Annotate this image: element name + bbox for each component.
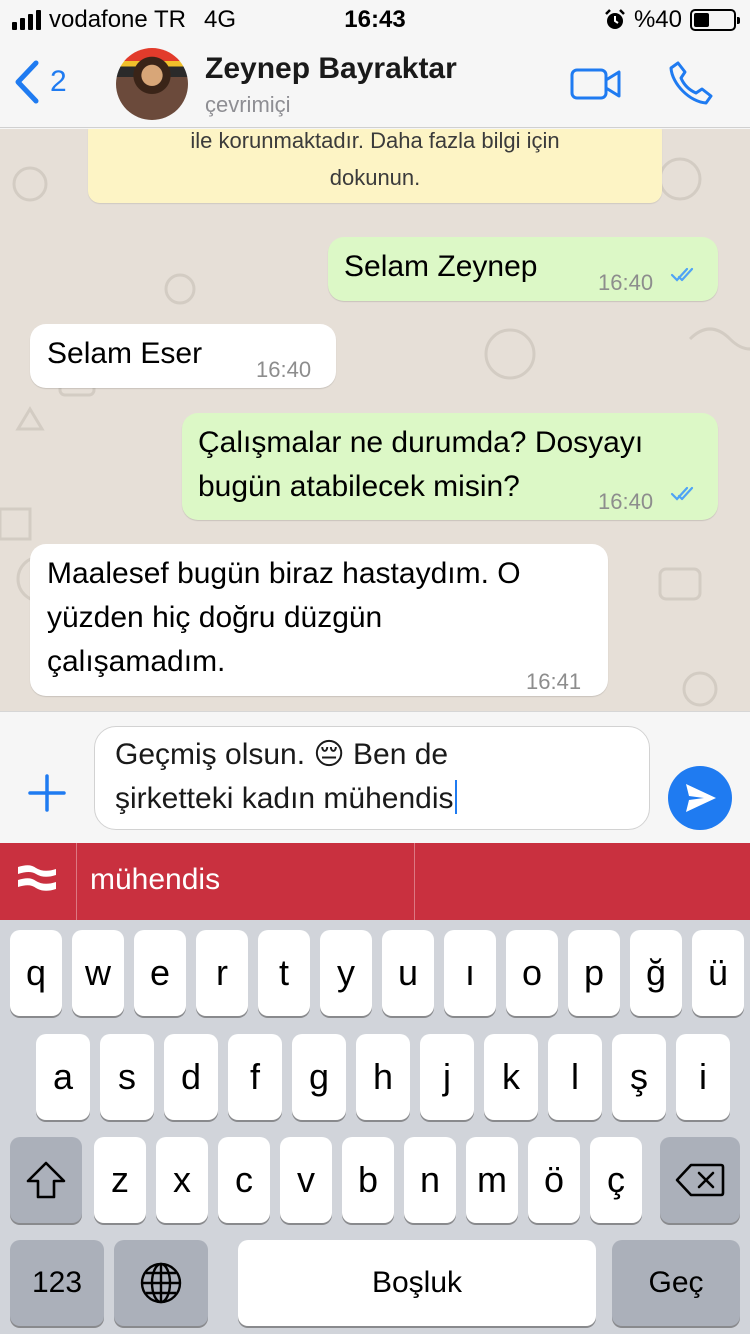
key-row2-0[interactable]: a <box>36 1034 90 1120</box>
message-time: 16:40 <box>256 357 312 382</box>
notice-line-1: ile korunmaktadır. Daha fazla bilgi için <box>190 129 560 153</box>
key-row1-3[interactable]: r <box>196 930 248 1016</box>
key-row1-5[interactable]: y <box>320 930 372 1016</box>
key-row2-2[interactable]: d <box>164 1034 218 1120</box>
suggestion-divider <box>414 843 415 920</box>
avatar[interactable] <box>116 48 188 120</box>
chat-area[interactable]: ile korunmaktadır. Daha fazla bilgi için… <box>0 129 750 711</box>
backspace-key[interactable] <box>660 1137 740 1223</box>
key-row3-6[interactable]: m <box>466 1137 518 1223</box>
chat-header: 2 Zeynep Bayraktar çevrimiçi <box>0 40 750 128</box>
battery-icon <box>690 9 740 31</box>
message-text-line-3: çalışamadım. <box>47 645 226 678</box>
key-row3-4[interactable]: b <box>342 1137 394 1223</box>
notice-line-2: dokunun. <box>329 165 421 190</box>
read-ticks-icon <box>670 267 694 282</box>
unread-count: 2 <box>50 65 67 98</box>
shift-icon <box>26 1161 66 1199</box>
message-text-line-2: bugün atabilecek misin? <box>198 470 520 503</box>
alarm-icon <box>605 9 625 29</box>
phone-icon[interactable] <box>668 60 714 106</box>
message-input[interactable]: Geçmiş olsun. 😔 Ben de şirketteki kadın … <box>94 726 650 830</box>
read-ticks-icon <box>670 486 694 501</box>
keyboard: qwertyuıopğü asdfghjklşi zxcvbnmöç 123 B… <box>0 920 750 1334</box>
message-text-line-1: Çalışmalar ne durumda? Dosyayı <box>198 426 644 459</box>
key-row1-8[interactable]: o <box>506 930 558 1016</box>
globe-key[interactable] <box>114 1240 208 1326</box>
plus-icon[interactable] <box>28 774 66 812</box>
message-text: Selam Eser <box>47 337 203 370</box>
globe-icon <box>140 1262 182 1304</box>
key-row1-6[interactable]: u <box>382 930 434 1016</box>
status-bar: vodafone TR 4G 16:43 %40 <box>0 0 750 40</box>
key-row2-5[interactable]: h <box>356 1034 410 1120</box>
key-row2-3[interactable]: f <box>228 1034 282 1120</box>
backspace-icon <box>675 1163 725 1197</box>
back-chevron-icon <box>15 60 39 104</box>
key-row2-4[interactable]: g <box>292 1034 346 1120</box>
space-key[interactable]: Boşluk <box>238 1240 596 1326</box>
key-row2-9[interactable]: ş <box>612 1034 666 1120</box>
numbers-key[interactable]: 123 <box>10 1240 104 1326</box>
text-caret <box>454 780 457 814</box>
key-row1-0[interactable]: q <box>10 930 62 1016</box>
flag-icon <box>18 865 56 891</box>
key-row1-4[interactable]: t <box>258 930 310 1016</box>
return-key[interactable]: Geç <box>612 1240 740 1326</box>
key-row1-2[interactable]: e <box>134 930 186 1016</box>
message-time: 16:40 <box>598 489 654 514</box>
shift-key[interactable] <box>10 1137 82 1223</box>
message-text-line-1: Maalesef bugün biraz hastaydım. O <box>47 557 521 590</box>
send-icon <box>686 784 716 812</box>
status-right: %40 <box>604 6 740 34</box>
key-row3-7[interactable]: ö <box>528 1137 580 1223</box>
contact-name[interactable]: Zeynep Bayraktar <box>205 52 457 86</box>
suggestion-bar: mühendis <box>0 843 750 920</box>
message-outgoing[interactable]: Selam Zeynep 16:40 <box>328 237 718 301</box>
contact-status: çevrimiçi <box>205 92 291 117</box>
suggestion-word[interactable]: mühendis <box>90 863 220 897</box>
key-row3-5[interactable]: n <box>404 1137 456 1223</box>
battery-percent: %40 <box>633 6 682 33</box>
suggestion-app-button[interactable] <box>0 843 77 920</box>
message-text: Selam Zeynep <box>344 250 538 283</box>
key-row1-1[interactable]: w <box>72 930 124 1016</box>
composer-bar: Geçmiş olsun. 😔 Ben de şirketteki kadın … <box>0 711 750 843</box>
key-row1-10[interactable]: ğ <box>630 930 682 1016</box>
message-incoming[interactable]: Maalesef bugün biraz hastaydım. O yüzden… <box>30 544 608 696</box>
key-row2-10[interactable]: i <box>676 1034 730 1120</box>
key-row3-8[interactable]: ç <box>590 1137 642 1223</box>
key-row2-1[interactable]: s <box>100 1034 154 1120</box>
message-outgoing[interactable]: Çalışmalar ne durumda? Dosyayı bugün ata… <box>182 413 718 520</box>
key-row2-6[interactable]: j <box>420 1034 474 1120</box>
message-input-line-2-text: şirketteki kadın mühendis <box>115 782 454 815</box>
send-button[interactable] <box>668 766 732 830</box>
key-row3-2[interactable]: c <box>218 1137 270 1223</box>
message-text-line-2: yüzden hiç doğru düzgün <box>47 601 383 634</box>
key-row2-8[interactable]: l <box>548 1034 602 1120</box>
key-row3-3[interactable]: v <box>280 1137 332 1223</box>
message-input-line-1: Geçmiş olsun. 😔 Ben de <box>115 738 449 771</box>
key-row1-11[interactable]: ü <box>692 930 744 1016</box>
battery-level <box>694 13 710 27</box>
video-call-icon[interactable] <box>570 68 622 100</box>
key-row3-0[interactable]: z <box>94 1137 146 1223</box>
key-row1-9[interactable]: p <box>568 930 620 1016</box>
encryption-notice[interactable]: ile korunmaktadır. Daha fazla bilgi için… <box>88 129 662 203</box>
back-button[interactable]: 2 <box>14 60 67 104</box>
key-row3-1[interactable]: x <box>156 1137 208 1223</box>
message-incoming[interactable]: Selam Eser 16:40 <box>30 324 336 388</box>
message-input-line-2: şirketteki kadın mühendis <box>115 777 629 821</box>
message-time: 16:41 <box>526 669 582 694</box>
key-row2-7[interactable]: k <box>484 1034 538 1120</box>
key-row1-7[interactable]: ı <box>444 930 496 1016</box>
message-time: 16:40 <box>598 270 654 295</box>
